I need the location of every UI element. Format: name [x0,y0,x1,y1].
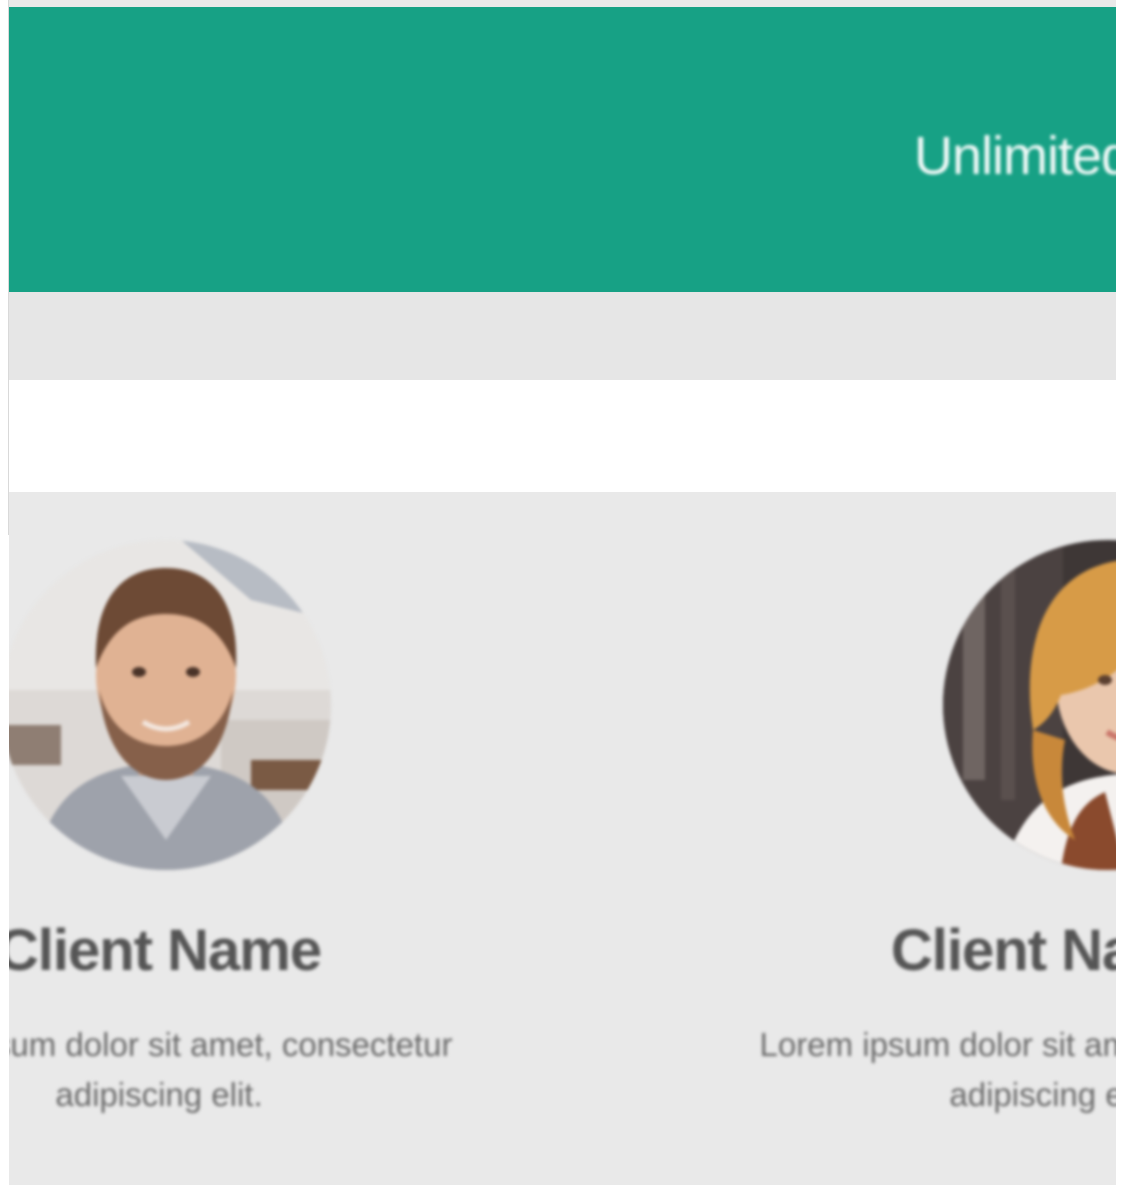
client-quote: Lorem ipsum dolor sit amet, consectetur … [9,1026,453,1113]
testimonial-card: Client Name Lorem ipsum dolor sit amet, … [753,492,1116,1185]
avatar [943,540,1116,870]
section-spacer [9,292,1116,380]
client-quote: Lorem ipsum dolor sit amet, consectetur … [759,1026,1116,1113]
testimonial-card: Client Name Lorem ipsum dolor sit amet, … [9,492,459,1185]
hero-banner: Unlimited [9,7,1116,292]
window-left-edge [0,0,9,535]
page-content[interactable]: Unlimited Client Name um dolor sit amet,… [9,0,1116,1185]
hero-tagline: Unlimited [914,126,1116,186]
client-name: Client Name [890,918,1116,983]
testimonials-section: Client Name Lorem ipsum dolor sit amet, … [9,492,1116,1185]
section-header-band [9,380,1116,492]
page-viewport: Unlimited Client Name um dolor sit amet,… [0,0,1130,1185]
woman-portrait-icon [943,540,1116,870]
man-portrait-icon [9,540,331,870]
avatar [9,540,331,870]
client-name: Client Name [9,918,322,983]
